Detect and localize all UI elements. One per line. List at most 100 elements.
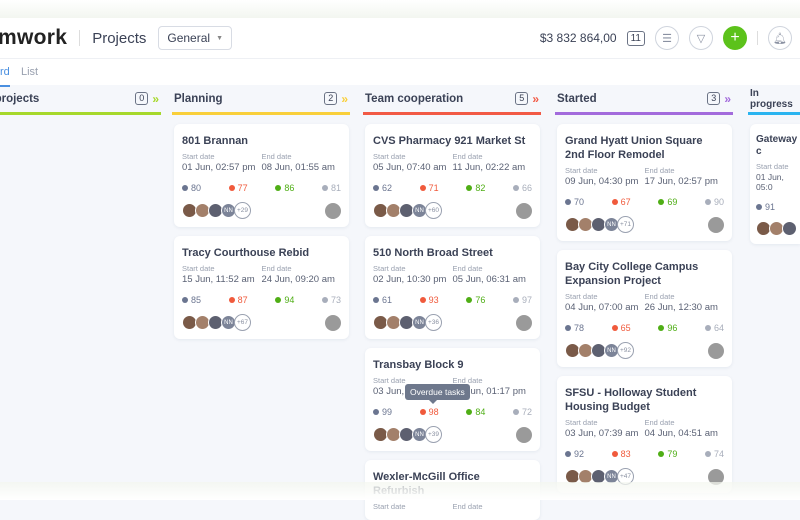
owner-avatar[interactable] xyxy=(708,342,724,359)
project-card[interactable]: Grand Hyatt Union Square 2nd Floor Remod… xyxy=(557,124,732,241)
project-card[interactable]: Transbay Block 9 Start date 03 Jun, End d… xyxy=(365,348,540,451)
task-stat-0[interactable]: 62 xyxy=(373,183,392,193)
start-date: 01 Jun, 05:0 xyxy=(756,172,784,192)
column-header: Started 3» xyxy=(555,85,733,115)
more-members-count[interactable]: +29 xyxy=(234,202,251,219)
task-stat-0[interactable]: 92 xyxy=(565,449,584,459)
task-stat-3[interactable]: 72 xyxy=(513,407,532,417)
end-date-label: End date xyxy=(644,418,675,427)
task-stat-2[interactable]: 76 xyxy=(466,295,485,305)
task-stats: 62 71 82 66 xyxy=(373,183,532,193)
team-avatars[interactable]: NN +36 xyxy=(373,314,532,331)
team-avatars[interactable]: NN +60 xyxy=(373,202,532,219)
chevron-double-right-icon[interactable]: » xyxy=(724,92,731,106)
task-stat-3[interactable]: 74 xyxy=(705,449,724,459)
task-stat-2[interactable]: 82 xyxy=(466,183,485,193)
task-stat-3[interactable]: 81 xyxy=(322,183,341,193)
owner-avatar[interactable] xyxy=(516,202,532,219)
task-stat-2[interactable]: 96 xyxy=(658,323,677,333)
column-title: Started xyxy=(557,92,597,105)
chevron-double-right-icon[interactable]: » xyxy=(532,92,539,106)
owner-avatar[interactable] xyxy=(325,314,341,331)
task-stat-1[interactable]: 87 xyxy=(229,295,248,305)
view-dropdown[interactable]: General ▼ xyxy=(158,26,233,50)
task-stat-0[interactable]: 80 xyxy=(182,183,201,193)
task-stat-2[interactable]: 86 xyxy=(275,183,294,193)
settings-sliders-button[interactable]: ☰ xyxy=(655,26,679,50)
task-stat-2[interactable]: 84 xyxy=(466,407,485,417)
task-stat-2[interactable]: 69 xyxy=(658,197,677,207)
task-stat-1[interactable]: 65 xyxy=(612,323,631,333)
task-stat-3[interactable]: 97 xyxy=(513,295,532,305)
owner-avatar[interactable] xyxy=(516,314,532,331)
task-stat-0[interactable]: 85 xyxy=(182,295,201,305)
end-date-label: End date xyxy=(452,502,483,511)
task-stat-2[interactable]: 79 xyxy=(658,449,677,459)
project-card[interactable]: 510 North Broad Street Start date 02 Jun,… xyxy=(365,236,540,339)
task-stat-1[interactable]: 98 xyxy=(420,407,439,417)
team-avatars[interactable]: NN +71 xyxy=(565,216,724,233)
app-logo[interactable]: mwork xyxy=(0,26,67,50)
task-stat-0[interactable]: 61 xyxy=(373,295,392,305)
task-stat-1[interactable]: 93 xyxy=(420,295,439,305)
project-title: SFSU - Holloway Student Housing Budget xyxy=(565,387,697,413)
project-title: Gateway c xyxy=(756,134,798,157)
task-stat-1[interactable]: 71 xyxy=(420,183,439,193)
task-stat-3[interactable]: 66 xyxy=(513,183,532,193)
filter-button[interactable]: ▽ xyxy=(689,26,713,50)
end-date: 17 Jun, 02:57 pm xyxy=(644,176,718,187)
team-avatars[interactable]: NN +67 xyxy=(182,314,341,331)
column-2: Team cooperation 5» CVS Pharmacy 921 Mar… xyxy=(363,85,541,520)
task-stat-3[interactable]: 64 xyxy=(705,323,724,333)
project-card[interactable]: Bay City College Campus Expansion Projec… xyxy=(557,250,732,367)
owner-avatar[interactable] xyxy=(516,426,532,443)
column-3: Started 3» Grand Hyatt Union Square 2nd … xyxy=(555,85,733,493)
end-date: 11 Jun, 02:22 am xyxy=(452,162,526,173)
owner-avatar[interactable] xyxy=(708,216,724,233)
more-members-count[interactable]: +36 xyxy=(425,314,442,331)
project-card[interactable]: Gateway c Start date 01 Jun, 05:0 91 xyxy=(750,124,800,244)
tab-list[interactable]: List xyxy=(21,66,38,78)
team-avatars[interactable] xyxy=(756,221,798,236)
task-stat-0[interactable]: 70 xyxy=(565,197,584,207)
start-date: 02 Jun, 10:30 pm xyxy=(373,274,447,285)
task-stat-0[interactable]: 78 xyxy=(565,323,584,333)
task-stat-1[interactable]: 83 xyxy=(612,449,631,459)
avatar xyxy=(782,221,797,236)
task-stat-0[interactable]: 91 xyxy=(756,202,775,212)
start-date-label: Start date xyxy=(373,264,406,273)
start-date: 04 Jun, 07:00 am xyxy=(565,302,639,313)
start-date: 05 Jun, 07:40 am xyxy=(373,162,447,173)
task-stat-3[interactable]: 90 xyxy=(705,197,724,207)
notifications-button[interactable]: 🔔︎ xyxy=(768,26,792,50)
start-date-label: Start date xyxy=(756,162,789,171)
team-avatars[interactable]: NN +39 xyxy=(373,426,532,443)
task-stat-1[interactable]: 77 xyxy=(229,183,248,193)
team-avatars[interactable]: NN +29 xyxy=(182,202,341,219)
more-members-count[interactable]: +92 xyxy=(617,342,634,359)
add-project-button[interactable]: + xyxy=(723,26,747,50)
start-date-label: Start date xyxy=(565,166,598,175)
task-stat-0[interactable]: 99 xyxy=(373,407,392,417)
tab-board[interactable]: rd xyxy=(0,66,10,87)
owner-avatar[interactable] xyxy=(325,202,341,219)
project-card[interactable]: SFSU - Holloway Student Housing Budget S… xyxy=(557,376,732,493)
task-stat-3[interactable]: 73 xyxy=(322,295,341,305)
team-avatars[interactable]: NN +92 xyxy=(565,342,724,359)
more-members-count[interactable]: +60 xyxy=(425,202,442,219)
project-card[interactable]: Tracy Courthouse Rebid Start date 15 Jun,… xyxy=(174,236,349,339)
chevron-double-right-icon[interactable]: » xyxy=(152,92,159,106)
task-stats: 92 83 79 74 xyxy=(565,449,724,459)
chevron-double-right-icon[interactable]: » xyxy=(341,92,348,106)
task-stats: 99 98 84 72 xyxy=(373,407,532,417)
end-date: 05 Jun, 06:31 am xyxy=(452,274,526,285)
project-card[interactable]: CVS Pharmacy 921 Market St Start date 05 … xyxy=(365,124,540,227)
end-date-label: End date xyxy=(452,264,483,273)
more-members-count[interactable]: +67 xyxy=(234,314,251,331)
column-4: In progress Gateway c Start date 01 Jun, … xyxy=(748,85,800,244)
task-stat-2[interactable]: 94 xyxy=(275,295,294,305)
project-card[interactable]: 801 Brannan Start date 01 Jun, 02:57 pm E… xyxy=(174,124,349,227)
more-members-count[interactable]: +39 xyxy=(425,426,442,443)
task-stat-1[interactable]: 67 xyxy=(612,197,631,207)
more-members-count[interactable]: +71 xyxy=(617,216,634,233)
